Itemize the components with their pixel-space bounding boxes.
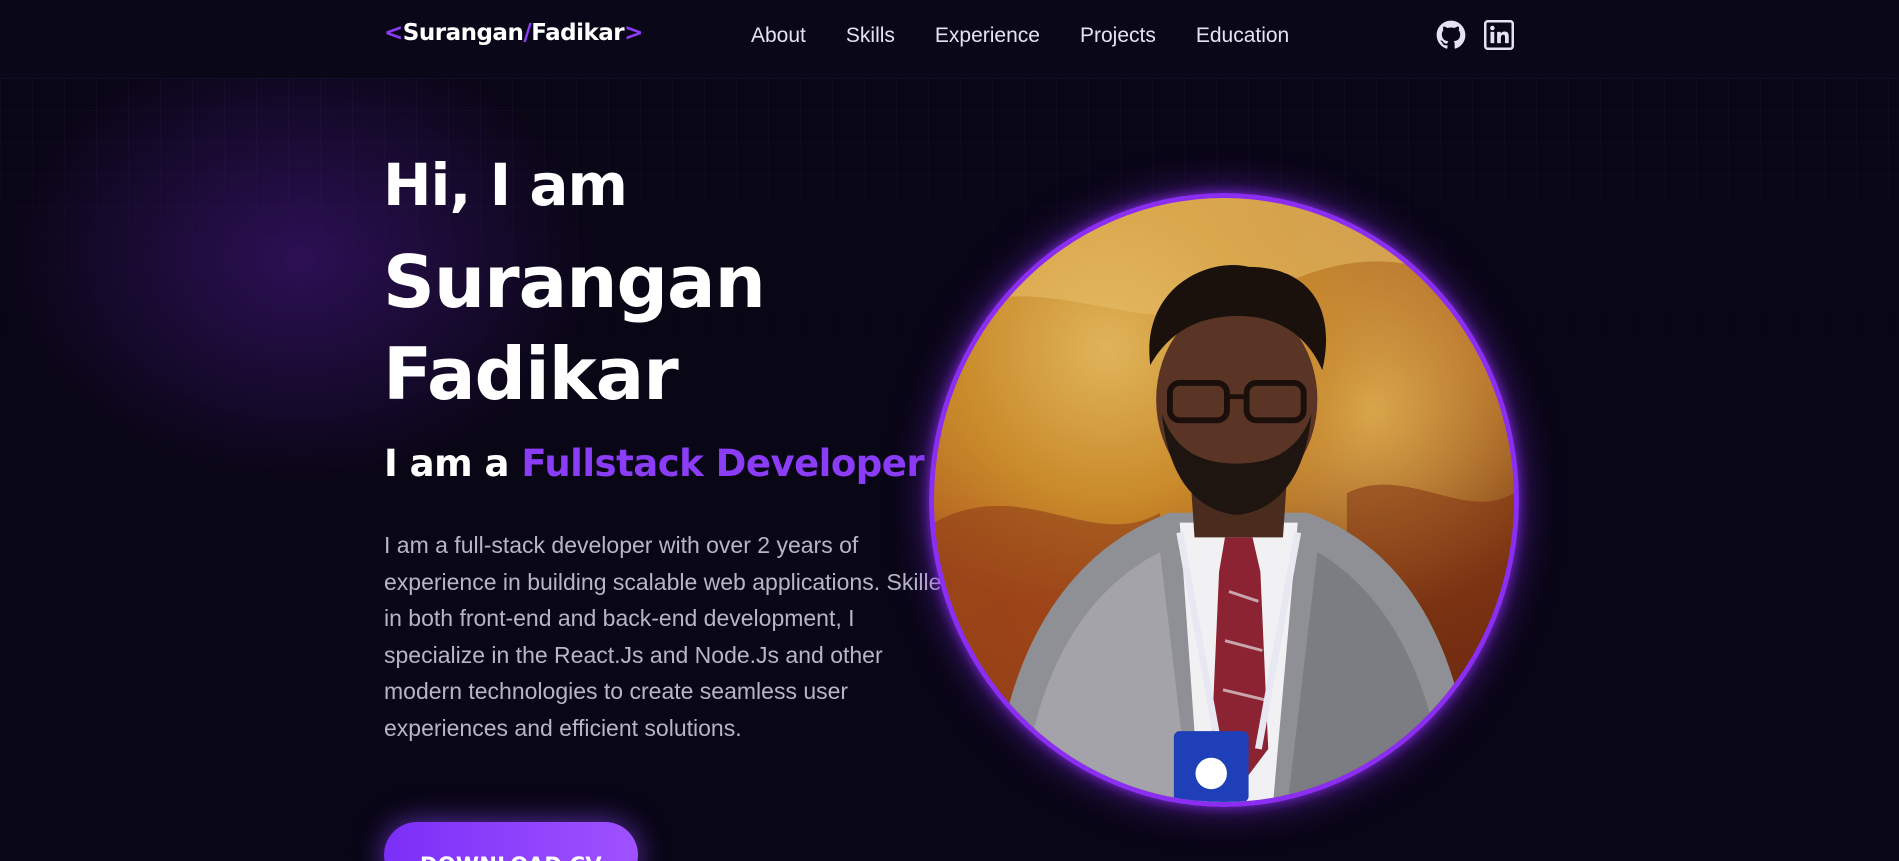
hero-name: Surangan Fadikar <box>383 236 903 420</box>
profile-photo-illustration <box>934 198 1514 802</box>
github-link[interactable] <box>1436 20 1466 50</box>
github-icon <box>1436 20 1466 49</box>
download-cv-button[interactable]: DOWNLOAD CV <box>384 822 638 861</box>
profile-photo <box>929 193 1519 807</box>
logo-bracket-open: < <box>384 20 403 46</box>
portfolio-page: <Surangan/Fadikar> About Skills Experien… <box>0 0 1899 861</box>
hero-name-first: Surangan <box>383 240 766 324</box>
logo-bracket-close: > <box>624 20 643 46</box>
hero-role: I am a Fullstack Developer <box>384 440 925 488</box>
hero-role-prefix: I am a <box>384 442 522 485</box>
site-logo[interactable]: <Surangan/Fadikar> <box>384 20 643 46</box>
nav-link-projects[interactable]: Projects <box>1080 22 1156 50</box>
hero-greeting: Hi, I am <box>383 151 628 219</box>
logo-last-name: Fadikar <box>531 20 625 46</box>
main-nav: About Skills Experience Projects Educati… <box>751 22 1329 50</box>
hero-bio: I am a full-stack developer with over 2 … <box>384 532 955 741</box>
nav-link-education[interactable]: Education <box>1196 22 1289 50</box>
hero-name-last: Fadikar <box>383 332 679 416</box>
nav-link-skills[interactable]: Skills <box>846 22 895 50</box>
navbar: <Surangan/Fadikar> About Skills Experien… <box>0 0 1899 78</box>
linkedin-icon <box>1484 20 1514 50</box>
nav-link-experience[interactable]: Experience <box>935 22 1040 50</box>
linkedin-link[interactable] <box>1484 20 1514 50</box>
logo-first-name: Surangan <box>402 20 524 46</box>
nav-link-about[interactable]: About <box>751 22 806 50</box>
hero-role-title: Fullstack Developer <box>521 442 925 485</box>
social-links <box>1436 20 1514 50</box>
